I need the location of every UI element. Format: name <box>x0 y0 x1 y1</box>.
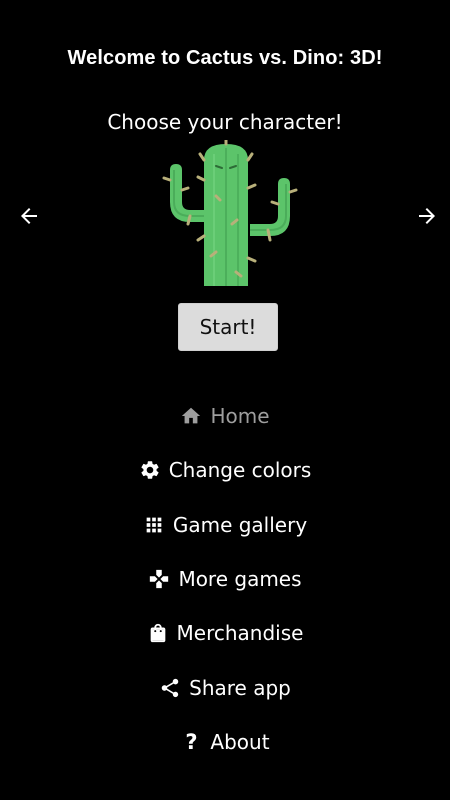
gamepad-icon <box>148 568 170 590</box>
menu-item-more-games[interactable]: More games <box>0 552 450 606</box>
previous-character-button[interactable] <box>13 200 45 232</box>
menu-item-game-gallery[interactable]: Game gallery <box>0 498 450 552</box>
menu-item-change-colors[interactable]: Change colors <box>0 443 450 497</box>
menu-item-label: Merchandise <box>176 621 304 646</box>
menu-item-about[interactable]: ? About <box>0 715 450 769</box>
menu-item-merchandise[interactable]: Merchandise <box>0 606 450 660</box>
choose-character-heading: Choose your character! <box>107 110 343 134</box>
menu-item-label: Share app <box>189 675 291 700</box>
menu-item-label: Game gallery <box>172 512 308 537</box>
menu-item-home[interactable]: Home <box>0 389 450 443</box>
menu-item-label: Home <box>210 404 270 429</box>
arrow-right-icon <box>419 208 435 224</box>
character-preview <box>160 138 300 290</box>
page-title: Welcome to Cactus vs. Dino: 3D! <box>67 47 383 69</box>
menu-item-label: About <box>210 729 270 754</box>
grid-icon <box>143 514 165 536</box>
start-button[interactable]: Start! <box>178 303 278 351</box>
menu-item-share-app[interactable]: Share app <box>0 660 450 714</box>
home-icon <box>180 405 202 427</box>
gear-icon <box>139 459 161 481</box>
cactus-icon <box>162 138 298 286</box>
main-menu: Home Change colors Game gallery More gam… <box>0 389 450 769</box>
next-character-button[interactable] <box>411 200 443 232</box>
share-icon <box>159 677 181 699</box>
question-mark-icon: ? <box>185 729 198 754</box>
shopping-bag-icon <box>147 622 169 644</box>
menu-item-label: More games <box>178 567 302 592</box>
arrow-left-icon <box>21 208 37 224</box>
menu-item-label: Change colors <box>168 458 312 483</box>
